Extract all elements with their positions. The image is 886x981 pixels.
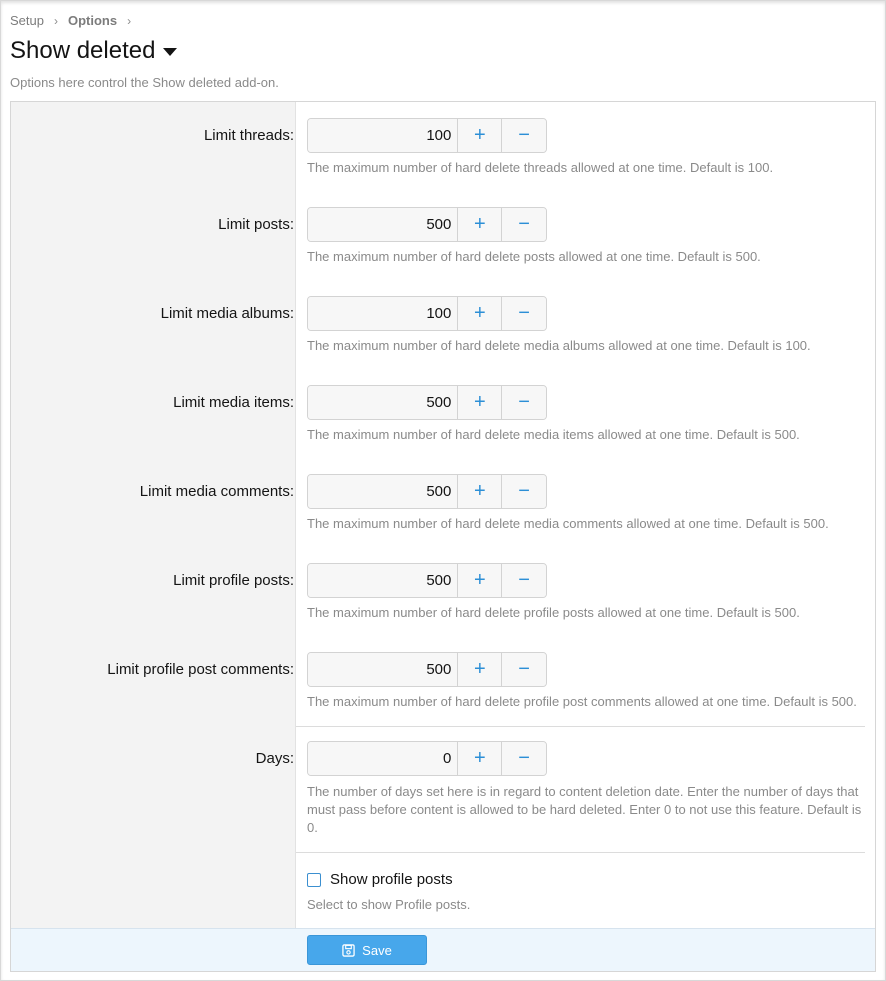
breadcrumb-separator-icon: › xyxy=(127,13,132,28)
options-form: Limit threads: 100 + − The maximum numbe… xyxy=(10,101,876,972)
limit-profile-posts-stepper: 500 + − xyxy=(307,563,547,598)
show-profile-posts-checkbox[interactable] xyxy=(307,872,321,887)
minus-icon: − xyxy=(518,213,530,235)
page: Setup › Options › Show deleted Options h… xyxy=(0,0,886,981)
limit-posts-label: Limit posts: xyxy=(218,216,294,233)
plus-icon: + xyxy=(473,480,486,502)
plus-icon: + xyxy=(473,658,486,680)
limit-media-albums-input[interactable]: 100 xyxy=(308,297,458,330)
minus-icon: − xyxy=(518,569,530,591)
section-divider xyxy=(296,852,865,853)
limit-profile-posts-increment-button[interactable]: + xyxy=(457,564,502,597)
limit-profile-post-comments-stepper: 500 + − xyxy=(307,652,547,687)
limit-media-items-increment-button[interactable]: + xyxy=(457,386,502,419)
minus-icon: − xyxy=(518,124,530,146)
limit-posts-input[interactable]: 500 xyxy=(308,208,458,241)
minus-icon: − xyxy=(518,391,530,413)
limit-media-albums-label: Limit media albums: xyxy=(160,305,294,322)
limit-threads-stepper: 100 + − xyxy=(307,118,547,153)
show-profile-posts-label[interactable]: Show profile posts xyxy=(330,871,453,888)
limit-profile-posts-label: Limit profile posts: xyxy=(173,572,294,589)
limit-media-comments-decrement-button[interactable]: − xyxy=(501,475,546,508)
limit-media-albums-decrement-button[interactable]: − xyxy=(501,297,546,330)
breadcrumb-separator-icon: › xyxy=(53,13,58,28)
limit-media-items-decrement-button[interactable]: − xyxy=(501,386,546,419)
limit-profile-posts-hint: The maximum number of hard delete profil… xyxy=(307,605,800,620)
breadcrumb-options-link[interactable]: Options xyxy=(68,13,117,28)
limit-media-comments-stepper: 500 + − xyxy=(307,474,547,509)
save-button[interactable]: Save xyxy=(307,935,427,965)
limit-threads-label: Limit threads: xyxy=(203,127,294,144)
limit-profile-post-comments-increment-button[interactable]: + xyxy=(457,653,502,686)
floppy-disk-icon xyxy=(342,943,355,957)
plus-icon: + xyxy=(473,302,486,324)
limit-media-albums-hint: The maximum number of hard delete media … xyxy=(307,338,811,353)
breadcrumb: Setup › Options › xyxy=(10,13,141,28)
limit-profile-post-comments-decrement-button[interactable]: − xyxy=(501,653,546,686)
days-stepper: 0 + − xyxy=(307,741,547,776)
breadcrumb-setup-link[interactable]: Setup xyxy=(10,13,44,28)
plus-icon: + xyxy=(473,124,486,146)
limit-threads-increment-button[interactable]: + xyxy=(457,119,502,152)
minus-icon: − xyxy=(518,747,530,769)
limit-media-comments-label: Limit media comments: xyxy=(139,483,294,500)
plus-icon: + xyxy=(473,213,486,235)
days-hint: The number of days set here is in regard… xyxy=(307,784,862,835)
limit-media-items-input[interactable]: 500 xyxy=(308,386,458,419)
title-dropdown[interactable]: Show deleted xyxy=(10,37,178,65)
caret-down-icon[interactable] xyxy=(163,48,178,56)
limit-profile-post-comments-input[interactable]: 500 xyxy=(308,653,458,686)
limit-threads-input[interactable]: 100 xyxy=(308,119,458,152)
limit-profile-post-comments-label: Limit profile post comments: xyxy=(107,661,294,678)
section-divider xyxy=(296,726,865,727)
plus-icon: + xyxy=(473,569,486,591)
limit-posts-stepper: 500 + − xyxy=(307,207,547,242)
limit-profile-posts-input[interactable]: 500 xyxy=(308,564,458,597)
days-decrement-button[interactable]: − xyxy=(501,742,546,775)
limit-profile-post-comments-hint: The maximum number of hard delete profil… xyxy=(307,694,857,709)
limit-media-albums-increment-button[interactable]: + xyxy=(457,297,502,330)
limit-posts-decrement-button[interactable]: − xyxy=(501,208,546,241)
minus-icon: − xyxy=(518,302,530,324)
limit-threads-decrement-button[interactable]: − xyxy=(501,119,546,152)
limit-profile-posts-decrement-button[interactable]: − xyxy=(501,564,546,597)
limit-media-albums-stepper: 100 + − xyxy=(307,296,547,331)
limit-media-comments-hint: The maximum number of hard delete media … xyxy=(307,516,829,531)
show-profile-posts-option[interactable]: Show profile posts xyxy=(307,871,453,888)
page-title: Show deleted xyxy=(10,37,156,64)
plus-icon: + xyxy=(473,391,486,413)
limit-media-items-label: Limit media items: xyxy=(173,394,294,411)
form-footer: Save xyxy=(11,928,875,971)
days-input[interactable]: 0 xyxy=(308,742,458,775)
limit-media-comments-increment-button[interactable]: + xyxy=(457,475,502,508)
limit-threads-hint: The maximum number of hard delete thread… xyxy=(307,160,774,175)
show-profile-posts-hint: Select to show Profile posts. xyxy=(307,897,471,912)
days-label: Days: xyxy=(255,750,294,767)
limit-media-comments-input[interactable]: 500 xyxy=(308,475,458,508)
minus-icon: − xyxy=(518,658,530,680)
limit-media-items-hint: The maximum number of hard delete media … xyxy=(307,427,800,442)
limit-posts-increment-button[interactable]: + xyxy=(457,208,502,241)
limit-posts-hint: The maximum number of hard delete posts … xyxy=(307,249,761,264)
plus-icon: + xyxy=(473,747,486,769)
page-description: Options here control the Show deleted ad… xyxy=(10,75,279,90)
minus-icon: − xyxy=(518,480,530,502)
limit-media-items-stepper: 500 + − xyxy=(307,385,547,420)
save-button-label: Save xyxy=(362,942,392,958)
days-increment-button[interactable]: + xyxy=(457,742,502,775)
